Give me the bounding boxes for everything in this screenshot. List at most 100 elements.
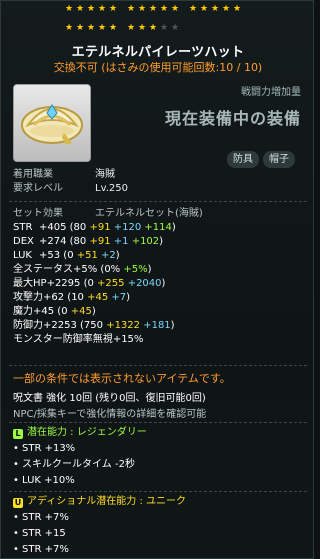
stat-label: 全ステータス [13, 264, 73, 275]
stat-breakdown: (0% [100, 264, 124, 275]
set-effect-label: セット効果 [13, 208, 63, 219]
star-icon: ★ [160, 23, 169, 33]
stat-total: +15% [112, 334, 144, 345]
badge-armor: 防具 [227, 151, 259, 168]
stat-breakdown: +181 [143, 320, 171, 331]
currently-equipped-label: 現在装備中の装備 [164, 109, 301, 128]
stat-breakdown: (10 [67, 292, 88, 303]
divider [9, 491, 307, 492]
stat-breakdown: ) [126, 292, 131, 303]
star-icon: ★ [109, 4, 118, 14]
stat-breakdown: +255 [97, 278, 128, 289]
star-icon: ★ [138, 23, 147, 33]
npc-hint: NPC/採集キーで強化情報の詳細を確認可能 [13, 409, 207, 420]
stat-label: 魔力 [13, 306, 33, 317]
stat-breakdown: +45 [87, 292, 112, 303]
potential-header: L 潜在能力 : レジェンダリー [13, 426, 147, 440]
job-value: 海賊 [95, 169, 115, 180]
stat-total: +2253 [43, 320, 81, 331]
stat-row: LUK +53 (0 +51 +2) [13, 249, 313, 263]
stat-total: +405 [39, 222, 70, 233]
star-icon: ★ [127, 23, 136, 33]
star-icon: ★ [98, 23, 107, 33]
scroll-upgrade-info: 呪文書 強化 10回 (残り0回、復旧可能0回) [13, 393, 206, 404]
combat-power-change-label: 戦闘力増加量 [241, 87, 301, 98]
legendary-tag-icon: L [13, 429, 23, 439]
stat-breakdown: +114 [144, 222, 172, 233]
stat-label: DEX [13, 236, 34, 247]
unique-tag-icon: U [13, 498, 23, 508]
stat-total: +53 [39, 250, 64, 261]
star-force-rating: ★ ★ ★ ★ ★ ★ ★ ★ ★ ★ ★ ★ ★ ★ ★ ★ ★ ★ ★ ★ ★ ★ ★ ★ ★ [65, 5, 285, 39]
divider [9, 201, 307, 202]
star-icon: ★ [189, 4, 198, 14]
stat-breakdown: +7 [111, 292, 127, 303]
stat-breakdown: +102 [131, 236, 160, 247]
star-icon: ★ [171, 4, 180, 14]
stat-breakdown: ) [147, 264, 152, 275]
star-icon: ★ [233, 4, 242, 14]
level-value: Lv.250 [95, 183, 128, 194]
stat-label: 最大HP [13, 278, 47, 289]
requirements: 着用職業 海賊 要求レベル Lv.250 [13, 168, 128, 196]
stat-breakdown: +45 [70, 306, 92, 317]
item-tooltip: ★ ★ ★ ★ ★ ★ ★ ★ ★ ★ ★ ★ ★ ★ ★ ★ ★ ★ ★ ★ ★ ★ ★ ★ ★ エテルネルパイレーツハット … [0, 0, 314, 559]
stat-label: 攻撃力 [13, 292, 43, 303]
set-effect-name: エテルネルセット(海賊) [95, 208, 203, 219]
stat-breakdown: (750 [80, 320, 107, 331]
stat-row: STR +405 (80 +91 +120 +114) [13, 221, 313, 235]
level-label: 要求レベル [13, 183, 63, 194]
stat-total: +45 [33, 306, 58, 317]
star-icon: ★ [160, 4, 169, 14]
star-icon: ★ [149, 23, 158, 33]
star-icon: ★ [211, 4, 220, 14]
stat-list: セット効果 エテルネルセット(海賊) STR +405 (80 +91 +120 … [13, 207, 313, 347]
stat-breakdown: +120 [113, 222, 145, 233]
stat-total: +2295 [46, 278, 84, 289]
stat-row: 最大HP +2295 (0 +255 +2040) [13, 277, 313, 291]
star-icon: ★ [127, 4, 136, 14]
stat-breakdown: ) [171, 222, 176, 233]
stat-total: +62 [43, 292, 68, 303]
stat-breakdown: ) [115, 250, 120, 261]
stat-row: モンスター防御率無視 +15% [13, 333, 313, 347]
display-notice: 一部の条件では表示されないアイテムです。 [13, 372, 231, 385]
stat-breakdown: +1 [113, 236, 132, 247]
stat-total: +5% [73, 264, 101, 275]
stat-breakdown: +2 [101, 250, 116, 261]
divider [9, 422, 307, 423]
additional-potential-line: • STR +15 [13, 528, 66, 539]
stat-breakdown: ) [161, 278, 166, 289]
stat-row: 攻撃力 +62 (10 +45 +7) [13, 291, 313, 305]
star-icon: ★ [171, 23, 180, 33]
stat-total: +274 [39, 236, 70, 247]
star-icon: ★ [222, 4, 231, 14]
stat-breakdown: +1322 [106, 320, 144, 331]
stat-row: 防御力 +2253 (750 +1322 +181) [13, 319, 313, 333]
stat-row: DEX +274 (80 +91 +1 +102) [13, 235, 313, 249]
stat-breakdown: (0 [83, 278, 98, 289]
stat-breakdown: +51 [76, 250, 102, 261]
star-icon: ★ [200, 4, 209, 14]
star-icon: ★ [138, 4, 147, 14]
stat-label: STR [13, 222, 33, 233]
stat-row: 魔力 +45 (0 +45) [13, 305, 313, 319]
stat-breakdown: +2040 [127, 278, 162, 289]
star-icon: ★ [149, 4, 158, 14]
item-icon-frame [13, 84, 91, 162]
stat-breakdown: +91 [89, 222, 114, 233]
stat-breakdown: +5% [123, 264, 148, 275]
additional-potential-title: アディショナル潜在能力 : ユニーク [27, 496, 187, 507]
star-icon: ★ [87, 23, 96, 33]
badge-hat: 帽子 [263, 151, 295, 168]
star-icon: ★ [98, 4, 107, 14]
stat-breakdown: ) [170, 320, 175, 331]
star-icon: ★ [76, 23, 85, 33]
stat-breakdown: ) [91, 306, 96, 317]
additional-potential-line: • STR +7% [13, 512, 69, 523]
stat-label: モンスター防御率無視 [13, 334, 113, 345]
item-name: エテルネルパイレーツハット [71, 45, 245, 60]
divider [9, 365, 307, 366]
potential-line: • STR +13% [13, 443, 76, 454]
star-icon: ★ [65, 23, 74, 33]
